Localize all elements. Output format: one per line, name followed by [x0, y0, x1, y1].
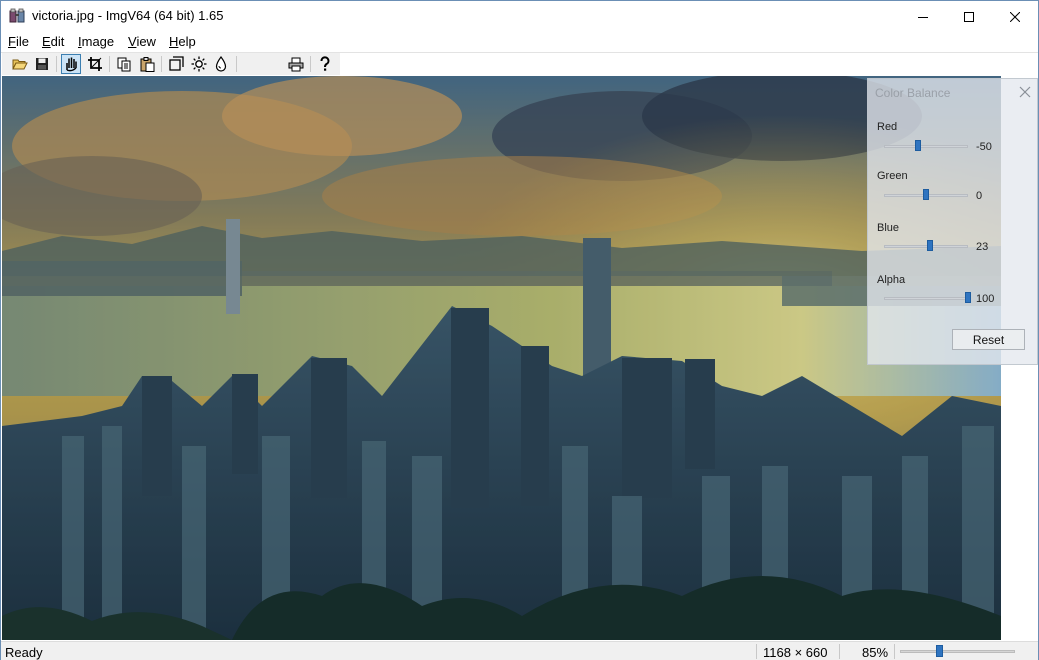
status-message: Ready: [5, 645, 43, 660]
zoom-readout: 85%: [862, 645, 889, 660]
menu-file[interactable]: File: [8, 34, 29, 49]
green-label: Green: [877, 170, 908, 182]
help-icon[interactable]: [315, 54, 335, 74]
red-value: -50: [976, 141, 992, 153]
pan-hand-icon[interactable]: [61, 54, 81, 74]
menu-edit[interactable]: Edit: [42, 34, 64, 49]
alpha-value: 100: [976, 293, 995, 305]
green-value: 0: [976, 190, 983, 202]
app-window: victoria.jpg - ImgV64 (64 bit) 1.65 File…: [0, 0, 1039, 660]
toolbar-separator: [161, 56, 162, 72]
title-bar[interactable]: victoria.jpg - ImgV64 (64 bit) 1.65: [1, 1, 1038, 32]
red-label: Red: [877, 121, 898, 133]
app-logo-icon: [9, 8, 26, 24]
alpha-label: Alpha: [877, 274, 906, 286]
panel-close-icon[interactable]: [1018, 85, 1032, 99]
save-icon[interactable]: [32, 54, 52, 74]
menu-image[interactable]: Image: [78, 34, 114, 49]
status-divider: [894, 644, 895, 659]
close-button[interactable]: [992, 1, 1038, 32]
blue-slider-thumb[interactable]: [926, 240, 933, 251]
toolbar-separator: [56, 56, 57, 72]
open-folder-icon[interactable]: [10, 54, 30, 74]
red-slider-track[interactable]: [884, 145, 968, 148]
menu-bar: File Edit Image View Help: [1, 32, 1038, 52]
maximize-button[interactable]: [946, 1, 992, 32]
image-canvas[interactable]: [2, 76, 1001, 640]
green-slider-thumb[interactable]: [923, 189, 929, 200]
zoom-slider-thumb[interactable]: [936, 645, 943, 657]
print-icon[interactable]: [286, 54, 306, 74]
blue-label: Blue: [877, 222, 900, 234]
image-dimensions: 1168 × 660: [763, 645, 828, 660]
resize-icon[interactable]: [166, 54, 186, 74]
zoom-slider-track[interactable]: [900, 650, 1015, 653]
toolbar-separator: [236, 56, 237, 72]
alpha-slider-track[interactable]: [884, 297, 968, 300]
crop-icon[interactable]: [85, 54, 105, 74]
paste-icon[interactable]: [137, 54, 157, 74]
status-divider: [756, 644, 757, 659]
window-title: victoria.jpg - ImgV64 (64 bit) 1.65: [32, 8, 224, 23]
minimize-button[interactable]: [900, 1, 946, 32]
toolbar-separator: [310, 56, 311, 72]
status-bar: Ready 1168 × 660 85%: [1, 641, 1038, 660]
blue-value: 23: [976, 241, 989, 253]
victoria-harbour-photo: [2, 76, 1001, 640]
alpha-slider-thumb[interactable]: [965, 292, 971, 303]
copy-icon[interactable]: [114, 54, 134, 74]
color-balance-panel: Color Balance Red -50 Green 0 Blue 23 Al…: [867, 78, 1038, 365]
panel-title: Color Balance: [875, 86, 951, 100]
status-divider: [839, 644, 840, 659]
toolbar-separator: [109, 56, 110, 72]
menu-view[interactable]: View: [128, 34, 156, 49]
brightness-icon[interactable]: [189, 54, 209, 74]
reset-button[interactable]: Reset: [952, 329, 1025, 350]
color-drop-icon[interactable]: [211, 54, 231, 74]
red-slider-thumb[interactable]: [914, 140, 921, 151]
toolbar: [2, 53, 340, 75]
menu-help[interactable]: Help: [169, 34, 196, 49]
